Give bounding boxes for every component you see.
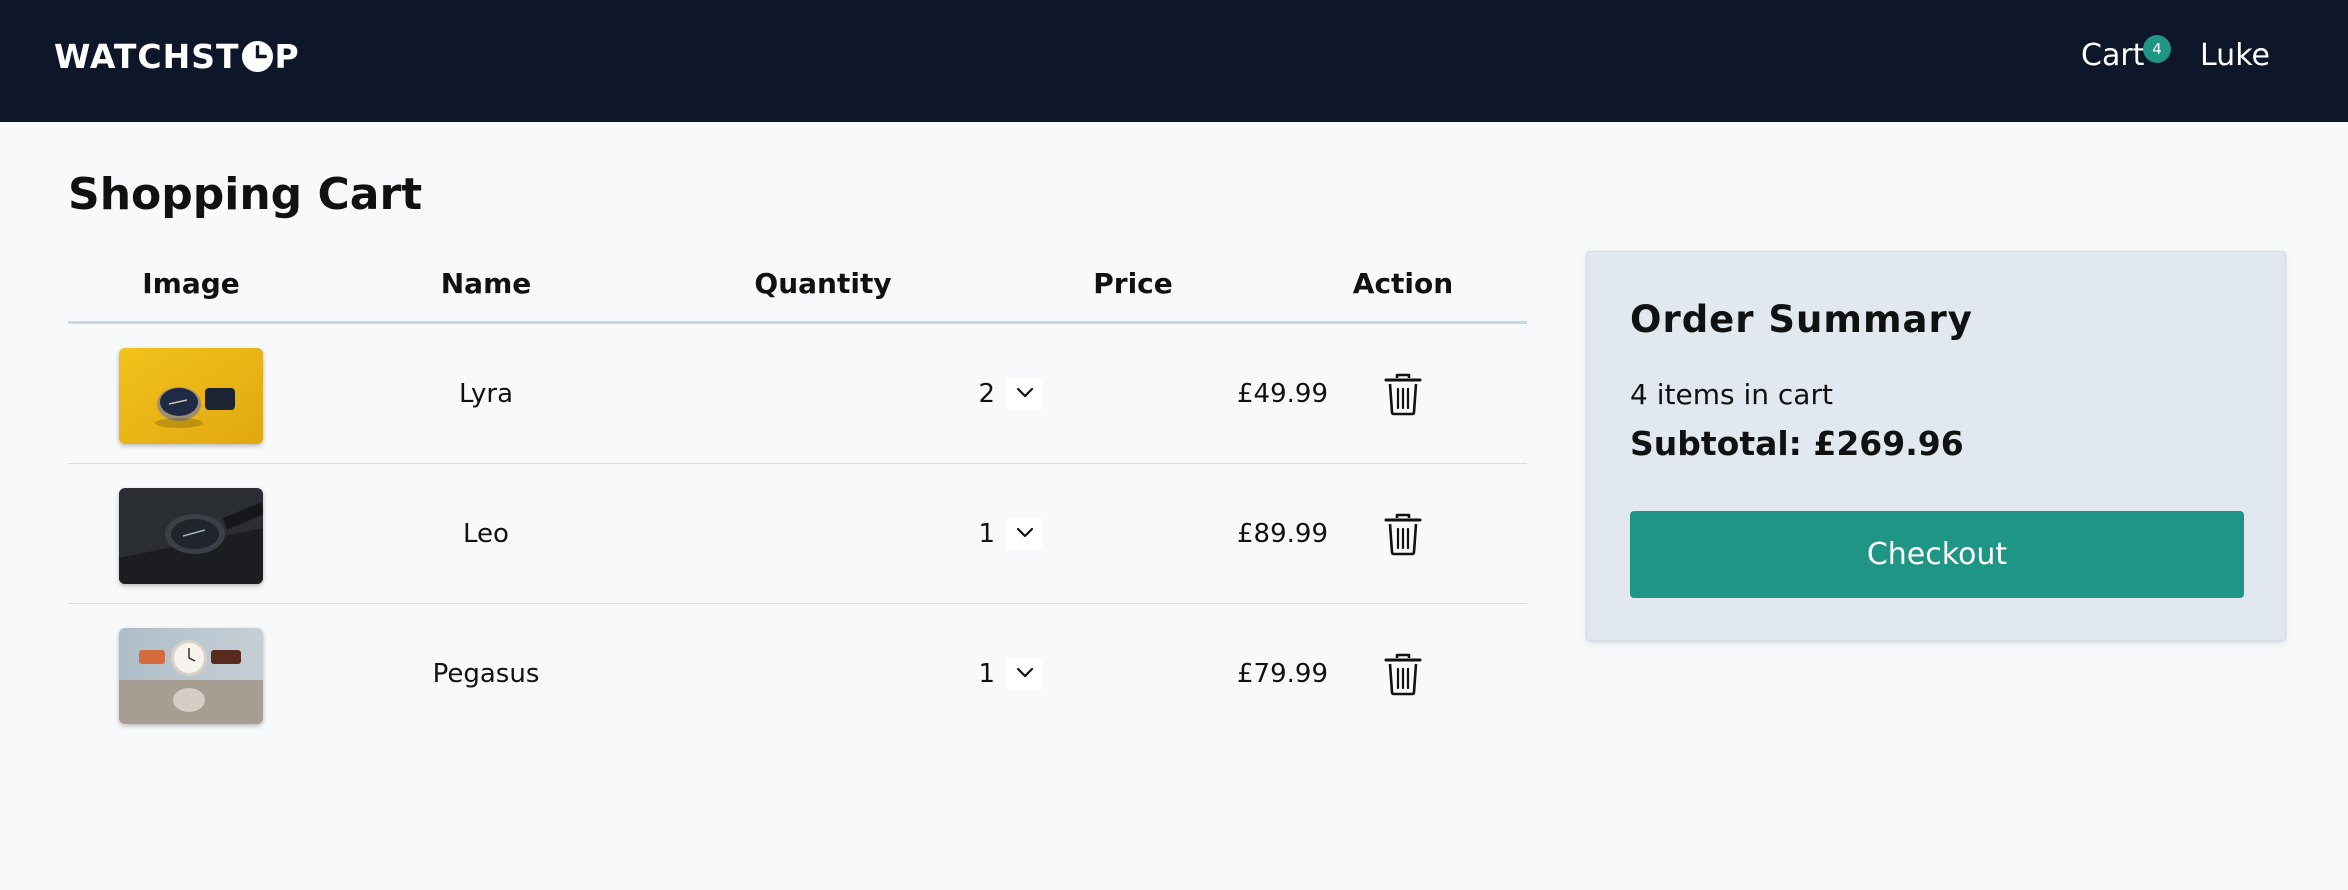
logo-text-suffix: P [274,36,300,76]
trash-icon[interactable] [1383,372,1423,416]
column-header-price: Price [1093,267,1173,300]
order-summary-title: Order Summary [1630,298,1973,341]
cart-subtotal: Subtotal: £269.96 [1630,424,1964,463]
quantity-select[interactable]: 2 [903,374,1043,414]
product-name: Leo [463,519,509,549]
nav-cart-link[interactable]: Cart [2081,36,2144,76]
table-row: Leo 1 £89.99 [68,464,1527,604]
chevron-down-icon [1016,527,1034,538]
quantity-select[interactable]: 1 [903,514,1043,554]
column-header-image: Image [142,267,240,300]
clock-icon [241,40,273,72]
logo[interactable]: WATCHST P [54,36,300,76]
nav-user-menu[interactable]: Luke [2200,36,2270,76]
page-title: Shopping Cart [68,169,423,220]
product-price: £49.99 [1237,379,1328,409]
chevron-down-icon [1016,667,1034,678]
product-price: £89.99 [1237,519,1328,549]
trash-icon[interactable] [1383,512,1423,556]
product-name: Pegasus [432,659,540,689]
trash-icon[interactable] [1383,652,1423,696]
chevron-down-icon [1016,387,1034,398]
product-image-lyra [119,348,263,444]
table-row: Pegasus 1 £79.99 [68,604,1527,744]
quantity-value: 2 [978,379,995,409]
cart-count-badge: 4 [2143,35,2171,63]
product-image-leo [119,488,263,584]
product-name: Lyra [458,379,514,409]
checkout-button[interactable]: Checkout [1630,511,2244,598]
column-header-quantity: Quantity [754,267,892,300]
quantity-value: 1 [978,519,995,549]
logo-text-prefix: WATCHST [54,36,240,76]
quantity-value: 1 [978,659,995,689]
product-price: £79.99 [1237,659,1328,689]
column-header-name: Name [440,267,532,300]
column-header-action: Action [1352,267,1454,300]
quantity-select[interactable]: 1 [903,654,1043,694]
cart-item-count: 4 items in cart [1630,378,1833,411]
table-row: Lyra 2 £49.99 [68,324,1527,464]
product-image-pegasus [119,628,263,724]
order-summary-panel: Order Summary 4 items in cart Subtotal: … [1586,251,2286,641]
top-navbar: WATCHST P Cart 4 Luke [0,0,2348,122]
